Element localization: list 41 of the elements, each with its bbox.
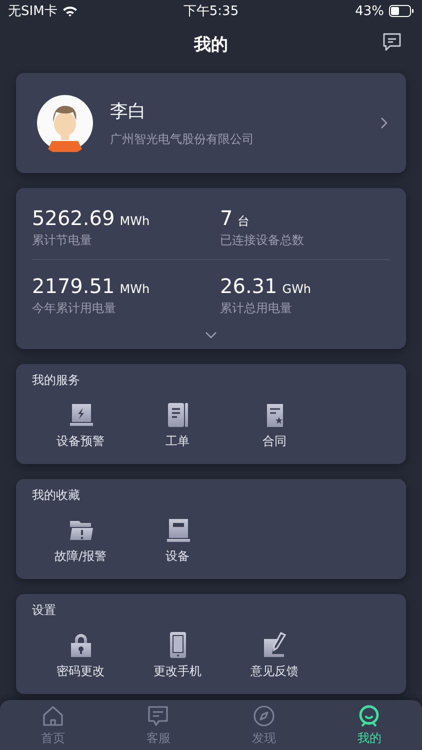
stat-value: 26.31 [220, 274, 278, 298]
compass-icon [252, 704, 276, 728]
stat-label: 累计总用电量 [220, 300, 293, 317]
person-icon [357, 704, 382, 728]
battery-icon [388, 5, 414, 17]
user-name: 李白 [110, 100, 147, 122]
clock: 下午5:35 [183, 3, 239, 20]
company-name: 广州智光电气股份有限公司 [110, 130, 255, 148]
carrier-label: 无SIM卡 [8, 3, 58, 20]
page-title: 我的 [194, 34, 228, 56]
avatar [36, 94, 94, 152]
menu-item[interactable]: 合同 [262, 433, 286, 450]
stat-label: 今年累计用电量 [32, 300, 117, 317]
stat-label: 已连接设备总数 [220, 232, 305, 249]
tab[interactable]: 我的 [316, 700, 422, 750]
chevron-right-icon [380, 117, 388, 129]
stat-value: 5262.69 [32, 206, 115, 230]
menu-item[interactable]: 设备预警 [56, 433, 104, 450]
menu-item[interactable]: 更改手机 [154, 663, 202, 680]
menu-item[interactable]: 工单 [166, 433, 190, 450]
stat-unit: GWh [282, 282, 312, 296]
stat-unit: MWh [120, 214, 150, 228]
battery-percent: 43% [355, 4, 384, 18]
section-title: 我的收藏 [32, 487, 81, 504]
message-icon[interactable] [382, 32, 402, 52]
menu-item[interactable]: 故障/报警 [54, 548, 107, 565]
chevron-down-icon[interactable] [205, 331, 217, 339]
stat-unit: 台 [238, 213, 250, 230]
chat-icon [146, 704, 170, 728]
stat-value: 7 [220, 206, 233, 230]
profile-card[interactable]: 李白 广州智光电气股份有限公司 [16, 73, 406, 173]
stat-label: 累计节电量 [32, 232, 93, 249]
wifi-icon [62, 5, 78, 17]
menu-item[interactable]: 意见反馈 [250, 663, 298, 680]
section-title: 我的服务 [32, 372, 81, 389]
menu-item[interactable]: 设备 [166, 548, 190, 565]
stat-unit: MWh [120, 282, 150, 296]
stat-value: 2179.51 [32, 274, 115, 298]
menu-item[interactable]: 密码更改 [56, 663, 104, 680]
section-title: 设置 [32, 602, 57, 619]
home-icon [40, 704, 65, 728]
